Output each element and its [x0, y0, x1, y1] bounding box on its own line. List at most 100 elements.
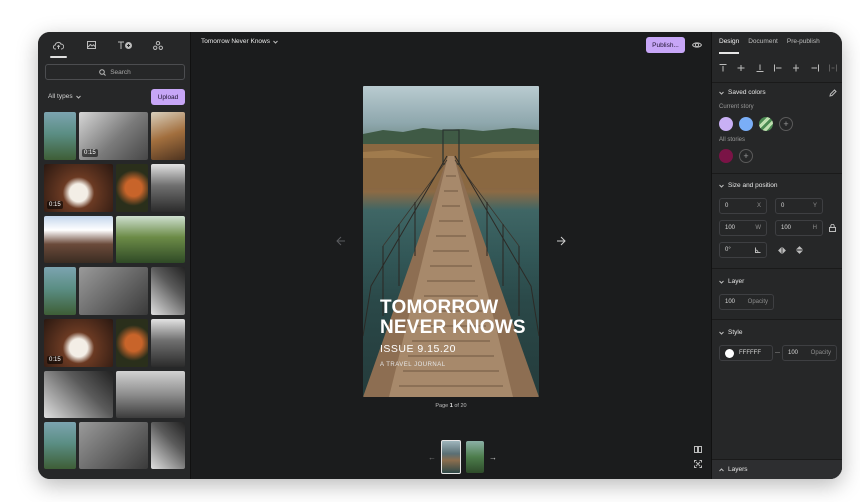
tab-pre-publish[interactable]: Pre-publish [787, 38, 820, 54]
chevron-down-icon [719, 184, 724, 188]
size-position-header[interactable]: Size and position [719, 182, 778, 189]
color-swatch-maroon[interactable] [719, 149, 733, 163]
height-unit: H [812, 225, 817, 231]
media-thumbnail[interactable]: 0:15 [44, 319, 113, 367]
rotation-value: 0° [725, 247, 731, 253]
height-field[interactable]: 100 H [775, 220, 823, 236]
media-thumbnail[interactable] [44, 371, 113, 418]
edit-pencil-icon[interactable] [829, 89, 837, 97]
filmstrip-page-thumbnail[interactable] [466, 441, 484, 473]
page-issue-text[interactable]: ISSUE 9.15.20 [380, 343, 456, 355]
next-page-arrow-icon[interactable] [556, 235, 568, 247]
chevron-down-icon [75, 95, 81, 99]
media-thumbnail[interactable] [151, 164, 185, 212]
page-counter: Page 1 of 20 [191, 403, 711, 409]
align-right-icon[interactable] [811, 64, 819, 72]
filmstrip-page-thumbnail[interactable] [441, 440, 461, 474]
all-stories-label: All stories [719, 137, 746, 143]
color-swatch-blue[interactable] [739, 117, 753, 131]
lock-aspect-icon[interactable] [829, 224, 836, 232]
tab-document[interactable]: Document [748, 38, 778, 54]
media-thumbnail[interactable] [116, 216, 185, 263]
layers-label: Layers [728, 466, 748, 473]
video-duration: 0:15 [47, 356, 63, 364]
saved-colors-title: Saved colors [728, 89, 766, 96]
add-color-icon[interactable]: + [739, 149, 753, 163]
layer-opacity-field[interactable]: 100 Opacity [719, 294, 774, 310]
library-panel: Search All types Upload 0:15 0:15 0:15 [38, 32, 191, 479]
align-bottom-icon[interactable] [756, 64, 764, 72]
chevron-down-icon [719, 331, 724, 335]
media-thumbnail[interactable] [44, 422, 76, 469]
width-field[interactable]: 100 W [719, 220, 767, 236]
color-swatch-lavender[interactable] [719, 117, 733, 131]
filmstrip-prev-icon[interactable]: ← [428, 453, 436, 462]
field-separator [775, 352, 780, 353]
style-color-field[interactable]: FFFFFF [719, 345, 773, 361]
align-center-icon[interactable] [792, 64, 800, 72]
media-thumbnail[interactable] [151, 319, 185, 367]
page-journal-text[interactable]: A TRAVEL JOURNAL [380, 362, 446, 368]
shapes-icon [152, 40, 163, 50]
media-thumbnail[interactable] [79, 422, 148, 469]
view-controls [694, 446, 702, 468]
rotation-field[interactable]: 0° [719, 242, 767, 258]
alignment-toolbar [719, 64, 837, 72]
tab-shapes[interactable] [141, 34, 174, 56]
media-thumbnail[interactable] [116, 164, 148, 212]
grid-view-icon[interactable] [694, 446, 702, 453]
tab-media[interactable] [75, 34, 108, 56]
media-thumbnail[interactable] [116, 319, 148, 367]
saved-colors-header[interactable]: Saved colors [719, 89, 766, 96]
filmstrip-next-icon[interactable]: → [489, 453, 497, 462]
style-opacity-field[interactable]: 100 Opacity [782, 345, 837, 361]
tab-uploads[interactable] [42, 34, 75, 58]
preview-eye-icon[interactable] [692, 40, 702, 50]
media-thumbnail[interactable] [151, 112, 185, 160]
layers-drawer[interactable]: Layers [712, 459, 842, 479]
media-thumbnail[interactable] [44, 267, 76, 315]
search-icon [99, 68, 107, 76]
color-swatch-gradient[interactable] [759, 117, 773, 131]
style-opacity-label: Opacity [810, 350, 831, 356]
publish-button[interactable]: Publish... [646, 37, 685, 53]
flip-horizontal-icon[interactable] [778, 247, 786, 254]
x-position-field[interactable]: 0 X [719, 198, 767, 214]
divider [712, 268, 842, 269]
media-thumbnail[interactable] [79, 267, 148, 315]
width-unit: W [755, 225, 761, 231]
style-header[interactable]: Style [719, 329, 742, 336]
y-unit: Y [812, 203, 817, 209]
search-input[interactable]: Search [45, 64, 185, 80]
add-color-icon[interactable]: + [779, 117, 793, 131]
story-page[interactable]: TOMORROW NEVER KNOWS ISSUE 9.15.20 A TRA… [363, 86, 539, 397]
chevron-up-icon [719, 467, 724, 471]
media-thumbnail[interactable] [44, 112, 76, 160]
y-position-field[interactable]: 0 Y [775, 198, 823, 214]
upload-button[interactable]: Upload [151, 89, 185, 105]
align-middle-icon[interactable] [737, 64, 745, 72]
media-thumbnail[interactable] [44, 216, 113, 263]
type-filter-dropdown[interactable]: All types [48, 93, 81, 100]
align-left-icon[interactable] [773, 64, 782, 72]
media-thumbnail[interactable]: 0:15 [79, 112, 148, 160]
rotation-angle-icon [755, 247, 761, 253]
media-thumbnail[interactable]: 0:15 [44, 164, 113, 212]
document-title-dropdown[interactable]: Tomorrow Never Knows [201, 38, 278, 45]
page-filmstrip: ← → [428, 440, 497, 474]
tab-text[interactable] [108, 34, 141, 56]
align-top-icon[interactable] [719, 64, 727, 72]
layer-header[interactable]: Layer [719, 278, 744, 285]
previous-page-arrow-icon[interactable] [334, 235, 346, 247]
page-title-text[interactable]: TOMORROW NEVER KNOWS [380, 298, 530, 338]
fit-screen-icon[interactable] [694, 460, 702, 468]
media-thumbnail[interactable] [151, 422, 185, 469]
distribute-icon[interactable] [828, 64, 837, 72]
chevron-down-icon [719, 91, 724, 95]
video-duration: 0:15 [82, 149, 98, 157]
flip-vertical-icon[interactable] [796, 246, 803, 254]
media-thumbnail[interactable] [151, 267, 185, 315]
size-position-title: Size and position [728, 182, 778, 189]
media-thumbnail[interactable] [116, 371, 185, 418]
tab-design[interactable]: Design [719, 38, 740, 54]
